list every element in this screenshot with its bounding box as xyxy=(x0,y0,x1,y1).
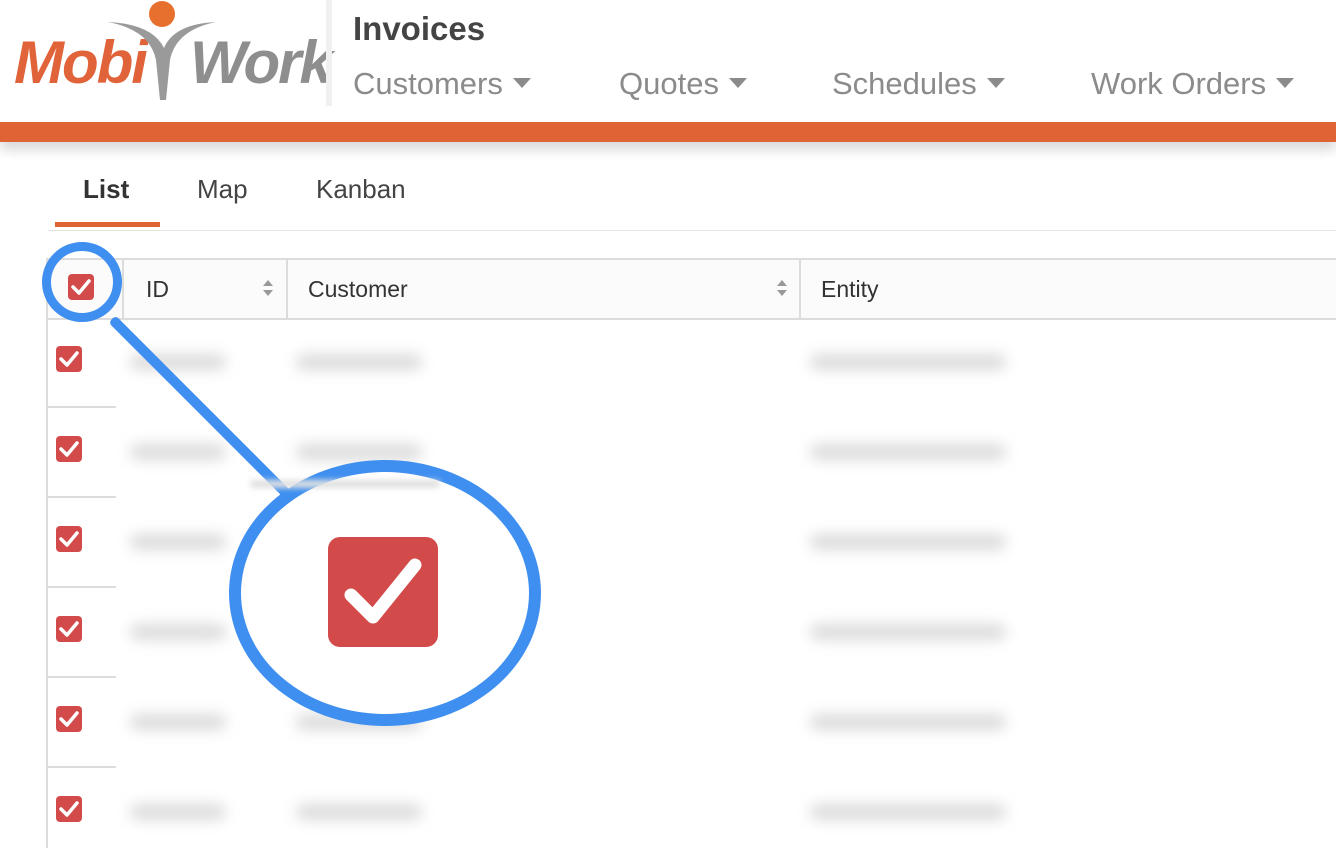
nav-work-orders[interactable]: Work Orders xyxy=(1091,66,1295,102)
logo-divider xyxy=(326,0,332,106)
blurred-customer xyxy=(296,444,422,460)
tab-kanban[interactable]: Kanban xyxy=(316,174,406,205)
row-checkbox[interactable] xyxy=(56,616,82,642)
nav-schedules[interactable]: Schedules xyxy=(832,66,1005,102)
checkmark-icon xyxy=(59,531,79,547)
row-checkbox[interactable] xyxy=(56,526,82,552)
column-header-entity[interactable]: Entity xyxy=(821,260,879,318)
row-checkbox[interactable] xyxy=(56,436,82,462)
tab-list[interactable]: List xyxy=(83,174,129,205)
checkmark-icon xyxy=(344,558,422,624)
row-checkbox[interactable] xyxy=(56,796,82,822)
column-divider xyxy=(286,260,288,318)
row-checkbox[interactable] xyxy=(56,346,82,372)
table-header: ID Customer Entity xyxy=(48,258,1336,320)
table-row[interactable] xyxy=(48,768,1336,858)
checkmark-icon xyxy=(59,711,79,727)
caret-down-icon xyxy=(728,77,747,88)
magnified-background-line xyxy=(250,480,440,488)
sort-icon[interactable] xyxy=(262,280,274,298)
table-row[interactable] xyxy=(48,318,1336,408)
mobiwork-logo[interactable]: Mobi Work xyxy=(0,0,333,118)
nav-quotes-label: Quotes xyxy=(619,66,719,101)
checkmark-icon xyxy=(59,351,79,367)
checkmark-icon xyxy=(59,441,79,457)
magnified-checkbox xyxy=(328,537,438,647)
blurred-id xyxy=(130,534,226,550)
app-header: Mobi Work Invoices Customers Quotes Sched… xyxy=(0,0,1336,122)
page-title: Invoices xyxy=(353,10,486,47)
nav-work-orders-label: Work Orders xyxy=(1091,66,1267,101)
header-accent-bar xyxy=(0,122,1336,142)
blurred-id xyxy=(130,804,226,820)
blurred-id xyxy=(130,624,226,640)
blurred-entity xyxy=(810,534,1006,550)
blurred-customer xyxy=(296,354,422,370)
tab-map[interactable]: Map xyxy=(197,174,248,205)
column-divider xyxy=(122,260,124,318)
table-row[interactable] xyxy=(48,678,1336,768)
blurred-entity xyxy=(810,444,1006,460)
blurred-entity xyxy=(810,714,1006,730)
caret-down-icon xyxy=(1276,77,1295,88)
blurred-id xyxy=(130,714,226,730)
column-header-customer[interactable]: Customer xyxy=(308,260,408,318)
nav-quotes[interactable]: Quotes xyxy=(619,66,747,102)
callout-highlight-ring xyxy=(42,242,122,322)
tabs-divider xyxy=(48,230,1336,231)
logo-figure-icon xyxy=(108,1,216,100)
column-divider xyxy=(799,260,801,318)
view-tabs: List Map Kanban xyxy=(0,142,1336,232)
nav-schedules-label: Schedules xyxy=(832,66,977,101)
caret-down-icon xyxy=(986,77,1005,88)
nav-customers-label: Customers xyxy=(353,66,503,101)
blurred-entity xyxy=(810,804,1006,820)
checkmark-icon xyxy=(59,801,79,817)
blurred-id xyxy=(130,444,226,460)
checkmark-icon xyxy=(59,621,79,637)
caret-down-icon xyxy=(512,77,531,88)
blurred-entity xyxy=(810,354,1006,370)
blurred-customer xyxy=(296,804,422,820)
nav-customers[interactable]: Customers xyxy=(353,66,531,102)
blurred-entity xyxy=(810,624,1006,640)
column-header-id[interactable]: ID xyxy=(146,260,169,318)
row-checkbox[interactable] xyxy=(56,706,82,732)
active-tab-indicator xyxy=(55,222,160,227)
sort-icon[interactable] xyxy=(776,280,788,298)
